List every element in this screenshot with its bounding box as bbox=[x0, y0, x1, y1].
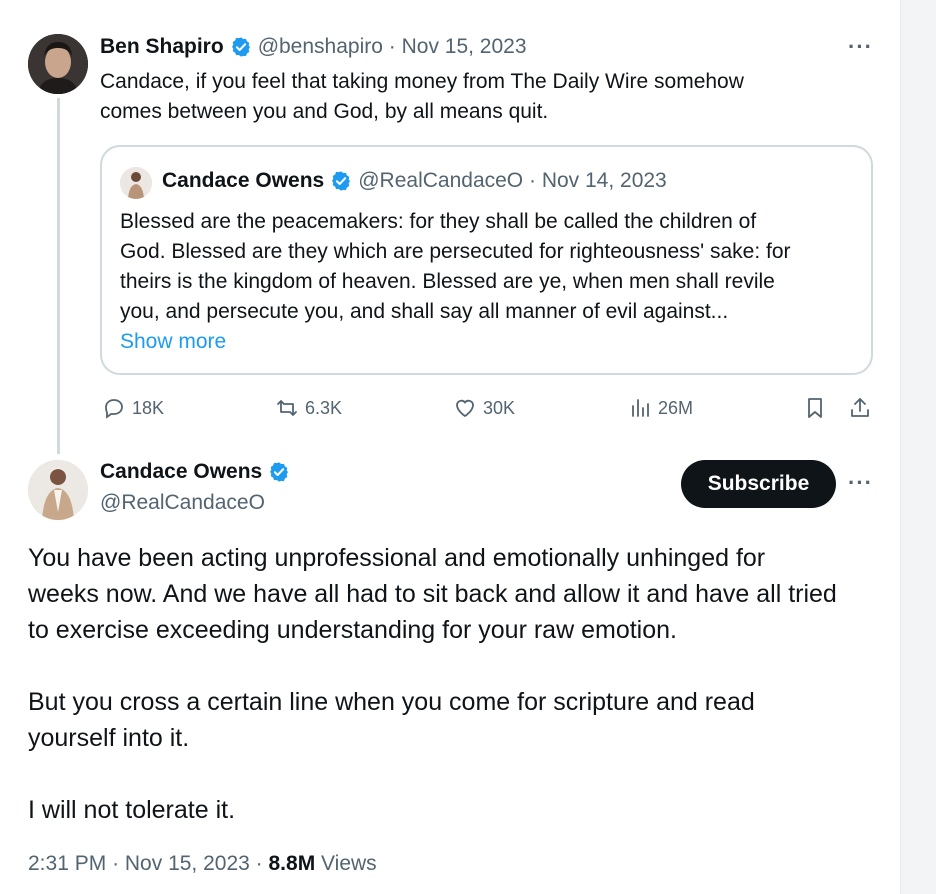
separator-dot: · bbox=[523, 169, 542, 192]
quoted-author-handle: @RealCandaceO bbox=[358, 169, 524, 192]
main-tweet-author: Candace Owens bbox=[100, 460, 296, 484]
bookmark-button[interactable] bbox=[803, 396, 827, 420]
quoted-text-line: God. Blessed are they which are persecut… bbox=[120, 240, 791, 263]
avatar-candace-owens[interactable] bbox=[28, 460, 88, 520]
views-count: 8.8M bbox=[268, 852, 316, 875]
quoted-tweet-text: Blessed are the peacemakers: for they sh… bbox=[120, 207, 865, 357]
main-text-line: But you cross a certain line when you co… bbox=[28, 688, 755, 716]
verified-badge-icon bbox=[231, 37, 250, 57]
tweet-text-line: comes between you and God, by all means … bbox=[100, 100, 549, 123]
main-text-line: I will not tolerate it. bbox=[28, 796, 236, 824]
tweet-date[interactable]: Nov 15, 2023 bbox=[402, 35, 527, 59]
tweet-text: Candace, if you feel that taking money f… bbox=[100, 67, 860, 127]
more-horizontal-icon[interactable]: ··· bbox=[848, 34, 873, 60]
main-paragraph-2: But you cross a certain line when you co… bbox=[28, 684, 888, 756]
main-text-line: yourself into it. bbox=[28, 724, 190, 752]
main-author-handle[interactable]: @RealCandaceO bbox=[100, 491, 265, 515]
repost-button[interactable]: 6.3K bbox=[275, 396, 342, 420]
tweet-header: Ben Shapiro @benshapiro · Nov 15, 2023 bbox=[100, 35, 527, 59]
quoted-author-name: Candace Owens bbox=[162, 169, 325, 192]
main-paragraph-1: You have been acting unprofessional and … bbox=[28, 540, 888, 648]
bookmark-icon bbox=[808, 398, 822, 418]
quoted-text-line: you, and persecute you, and shall say al… bbox=[120, 300, 729, 323]
analytics-bars-icon bbox=[632, 399, 649, 417]
share-icon bbox=[851, 398, 869, 417]
author-name[interactable]: Ben Shapiro bbox=[100, 35, 224, 59]
tweet-time[interactable]: 2:31 PM bbox=[28, 852, 106, 875]
tweet-date[interactable]: Nov 15, 2023 bbox=[125, 852, 250, 875]
verified-badge-icon bbox=[332, 171, 351, 191]
quoted-tweet-header: Candace Owens @RealCandaceO · Nov 14, 20… bbox=[162, 169, 667, 193]
like-count: 30K bbox=[483, 397, 516, 418]
verified-badge-icon bbox=[270, 462, 289, 482]
main-text-line: to exercise exceeding understanding for … bbox=[28, 616, 677, 644]
reply-count: 18K bbox=[132, 397, 165, 418]
show-more-link[interactable]: Show more bbox=[120, 327, 865, 357]
repost-icon bbox=[277, 400, 297, 416]
subscribe-button[interactable]: Subscribe bbox=[681, 460, 836, 508]
views-count: 26M bbox=[658, 397, 694, 418]
reply-icon bbox=[105, 399, 123, 419]
reply-button[interactable]: 18K bbox=[102, 396, 164, 420]
avatar-ben-shapiro[interactable] bbox=[28, 34, 88, 94]
author-handle[interactable]: @benshapiro bbox=[258, 35, 383, 59]
thread-connector-line bbox=[57, 98, 60, 454]
views-label: Views bbox=[321, 852, 377, 875]
quoted-tweet[interactable]: Candace Owens @RealCandaceO · Nov 14, 20… bbox=[100, 145, 873, 375]
tweet-action-bar: 18K 6.3K 30K 26M bbox=[100, 394, 880, 426]
repost-count: 6.3K bbox=[305, 397, 343, 418]
tweet-text-line: Candace, if you feel that taking money f… bbox=[100, 70, 744, 93]
tweet-card: Ben Shapiro @benshapiro · Nov 15, 2023 ·… bbox=[0, 0, 901, 894]
heart-icon bbox=[456, 399, 474, 418]
main-author-name[interactable]: Candace Owens bbox=[100, 460, 262, 484]
main-tweet-text: You have been acting unprofessional and … bbox=[28, 540, 888, 864]
avatar-candace-owens-small bbox=[120, 167, 152, 199]
main-paragraph-3: I will not tolerate it. bbox=[28, 792, 888, 828]
like-button[interactable]: 30K bbox=[453, 396, 515, 420]
separator-dot: · bbox=[112, 852, 125, 875]
separator-dot: · bbox=[382, 35, 402, 58]
main-text-line: weeks now. And we have all had to sit ba… bbox=[28, 580, 837, 608]
separator-dot: · bbox=[255, 852, 269, 875]
share-button[interactable] bbox=[848, 396, 872, 420]
quoted-text-line: Blessed are the peacemakers: for they sh… bbox=[120, 210, 757, 233]
quoted-text-line: theirs is the kingdom of heaven. Blessed… bbox=[120, 270, 775, 293]
quoted-tweet-date: Nov 14, 2023 bbox=[541, 169, 667, 192]
views-button[interactable]: 26M bbox=[628, 396, 693, 420]
main-text-line: You have been acting unprofessional and … bbox=[28, 544, 766, 572]
more-horizontal-icon[interactable]: ··· bbox=[848, 470, 873, 496]
tweet-meta-footer: 2:31 PM · Nov 15, 2023 · 8.8M Views bbox=[28, 852, 377, 876]
